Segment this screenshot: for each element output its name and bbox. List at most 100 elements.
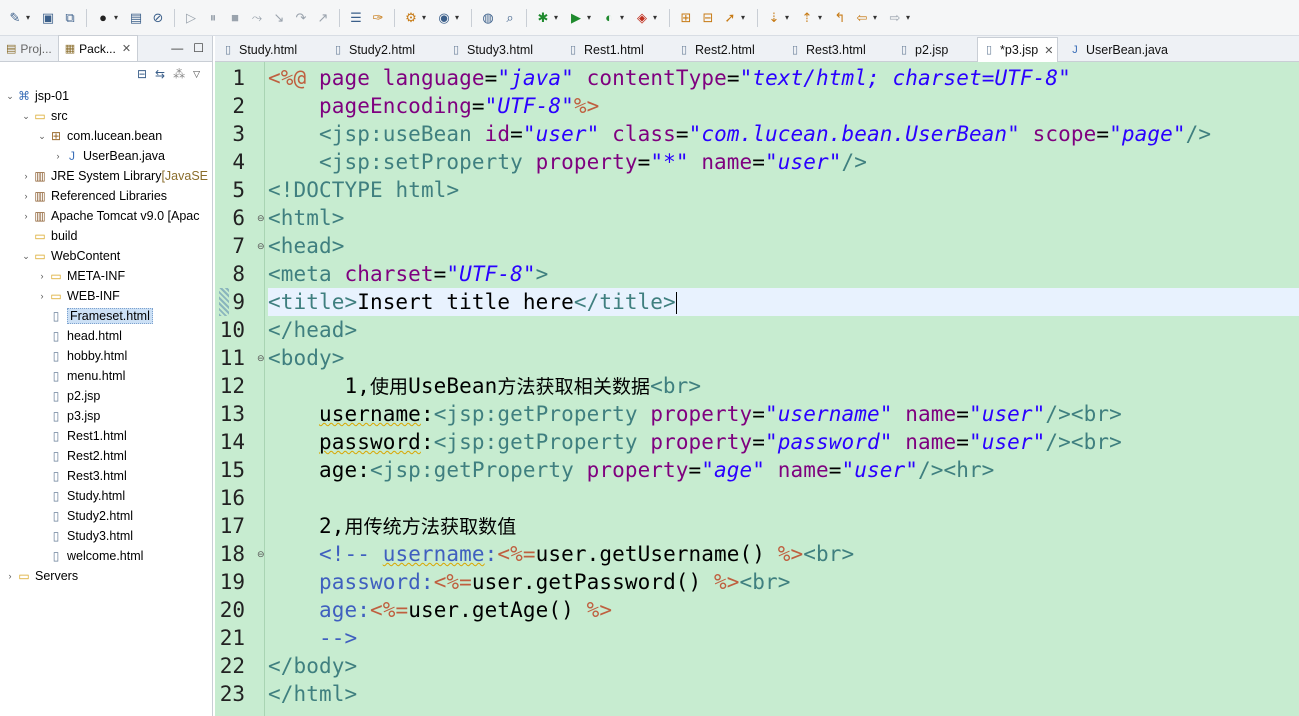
- tree-item[interactable]: ⌄ ▭ src: [0, 106, 212, 126]
- tree-item[interactable]: ⌄ ▭ WebContent: [0, 246, 212, 266]
- code-line[interactable]: <jsp:useBean id="user" class="com.lucean…: [268, 120, 1299, 148]
- code-line[interactable]: <html>: [268, 204, 1299, 232]
- editor-tab[interactable]: ▯ Study2.html: [331, 38, 415, 62]
- chevron-down-icon[interactable]: ▾: [587, 13, 595, 22]
- maximize-icon[interactable]: ☐: [193, 41, 204, 55]
- tree-item[interactable]: ▯ p3.jsp: [0, 406, 212, 426]
- editor-tab[interactable]: ▯ Rest3.html: [788, 38, 866, 62]
- tree-item[interactable]: ▯ Rest3.html: [0, 466, 212, 486]
- code-line[interactable]: age:<jsp:getProperty property="age" name…: [268, 456, 1299, 484]
- chevron-down-icon[interactable]: ▾: [455, 13, 463, 22]
- fold-toggle-icon[interactable]: ⊖: [257, 232, 267, 260]
- chevron-down-icon[interactable]: ⌄: [36, 131, 48, 142]
- tree-item[interactable]: › ▭ META-INF: [0, 266, 212, 286]
- save-icon[interactable]: ▣: [38, 8, 58, 28]
- forward-icon[interactable]: ⇨: [885, 8, 905, 28]
- code-line[interactable]: </body>: [268, 652, 1299, 680]
- terminate-icon[interactable]: ■: [225, 8, 245, 28]
- editor-tab[interactable]: ▯ p2.jsp: [897, 38, 948, 62]
- chevron-down-icon[interactable]: ⌄: [20, 111, 32, 122]
- tree-item[interactable]: ⌄ ⊞ com.lucean.bean: [0, 126, 212, 146]
- chevron-down-icon[interactable]: ▾: [26, 13, 34, 22]
- new-java-element-icon[interactable]: ◉: [434, 8, 454, 28]
- tree-item[interactable]: ▯ Study.html: [0, 486, 212, 506]
- chevron-right-icon[interactable]: ›: [36, 271, 48, 281]
- code-line[interactable]: <!-- username:<%=user.getUsername() %><b…: [268, 540, 1299, 568]
- code-line[interactable]: 1,使用UseBean方法获取相关数据<br>: [268, 372, 1299, 400]
- tree-item[interactable]: ▯ Frameset.html: [0, 306, 212, 326]
- tree-item[interactable]: ▯ head.html: [0, 326, 212, 346]
- view-menu-icon[interactable]: ▽: [193, 69, 200, 80]
- web-browser-icon[interactable]: ◍: [478, 8, 498, 28]
- code-line[interactable]: age:<%=user.getAge() %>: [268, 596, 1299, 624]
- tree-item[interactable]: ▯ p2.jsp: [0, 386, 212, 406]
- debug-icon[interactable]: ✱: [533, 8, 553, 28]
- save-all-icon[interactable]: ⧉: [60, 8, 80, 28]
- run-icon[interactable]: ▶: [566, 8, 586, 28]
- chevron-down-icon[interactable]: ▾: [653, 13, 661, 22]
- back-icon[interactable]: ⇦: [852, 8, 872, 28]
- editor-tab[interactable]: ▯ *p3.jsp ✕: [977, 37, 1059, 62]
- fold-toggle-icon[interactable]: ⊖: [257, 204, 267, 232]
- collapse-all-icon[interactable]: ⊟: [137, 67, 147, 81]
- editor-tab[interactable]: J UserBean.java: [1068, 38, 1168, 62]
- step-return-icon[interactable]: ↗: [313, 8, 333, 28]
- tree-item[interactable]: ▯ Study2.html: [0, 506, 212, 526]
- chevron-down-icon[interactable]: ▾: [620, 13, 628, 22]
- open-console-icon[interactable]: ▤: [126, 8, 146, 28]
- tab-project-explorer[interactable]: ▤ Proj...: [0, 36, 58, 61]
- chevron-right-icon[interactable]: ›: [52, 151, 64, 161]
- code-line[interactable]: pageEncoding="UTF-8"%>: [268, 92, 1299, 120]
- chevron-right-icon[interactable]: ›: [20, 191, 32, 201]
- chevron-down-icon[interactable]: ⌄: [20, 251, 32, 262]
- chevron-down-icon[interactable]: ▾: [906, 13, 914, 22]
- code-line[interactable]: </html>: [268, 680, 1299, 708]
- chevron-right-icon[interactable]: ›: [20, 171, 32, 181]
- code-line[interactable]: <!DOCTYPE html>: [268, 176, 1299, 204]
- chevron-right-icon[interactable]: ›: [4, 571, 16, 581]
- minimize-icon[interactable]: —: [171, 41, 183, 55]
- code-line[interactable]: <head>: [268, 232, 1299, 260]
- tree-item[interactable]: ▯ Study3.html: [0, 526, 212, 546]
- chevron-down-icon[interactable]: ⌄: [4, 91, 16, 102]
- chevron-down-icon[interactable]: ▾: [554, 13, 562, 22]
- editor-tab[interactable]: ▯ Study3.html: [449, 38, 533, 62]
- next-annotation-icon[interactable]: ⇣: [764, 8, 784, 28]
- tree-item[interactable]: ▯ Rest2.html: [0, 446, 212, 466]
- chevron-down-icon[interactable]: ▾: [818, 13, 826, 22]
- editor-tab[interactable]: ▯ Rest2.html: [677, 38, 755, 62]
- code-line[interactable]: -->: [268, 624, 1299, 652]
- code-line[interactable]: password:<%=user.getPassword() %><br>: [268, 568, 1299, 596]
- resume-icon[interactable]: ▷: [181, 8, 201, 28]
- open-type-icon[interactable]: ⊞: [676, 8, 696, 28]
- code-line[interactable]: [268, 484, 1299, 512]
- chevron-right-icon[interactable]: ›: [36, 291, 48, 301]
- chevron-right-icon[interactable]: ›: [20, 211, 32, 221]
- chevron-down-icon[interactable]: ▾: [873, 13, 881, 22]
- tree-item[interactable]: ▯ menu.html: [0, 366, 212, 386]
- code-line[interactable]: </head>: [268, 316, 1299, 344]
- tree-item[interactable]: › ▥ Apache Tomcat v9.0 [Apac: [0, 206, 212, 226]
- previous-annotation-icon[interactable]: ⇡: [797, 8, 817, 28]
- tree-item[interactable]: ▭ build: [0, 226, 212, 246]
- tree-item[interactable]: › J UserBean.java: [0, 146, 212, 166]
- code-line[interactable]: 2,用传统方法获取数值: [268, 512, 1299, 540]
- skip-breakpoints-icon[interactable]: ⊘: [148, 8, 168, 28]
- code-line[interactable]: <meta charset="UTF-8">: [268, 260, 1299, 288]
- tree-item[interactable]: › ▭ Servers: [0, 566, 212, 586]
- fold-toggle-icon[interactable]: ⊖: [257, 540, 267, 568]
- editor-tab[interactable]: ▯ Study.html: [221, 38, 297, 62]
- search-icon[interactable]: ⌕: [500, 8, 520, 28]
- close-icon[interactable]: ✕: [1044, 44, 1053, 57]
- close-icon[interactable]: ✕: [122, 42, 131, 55]
- editor-tab[interactable]: ▯ Rest1.html: [566, 38, 644, 62]
- code-line[interactable]: <jsp:setProperty property="*" name="user…: [268, 148, 1299, 176]
- open-task-icon[interactable]: ⊟: [698, 8, 718, 28]
- debug-perspective-icon[interactable]: ●: [93, 8, 113, 28]
- step-into-icon[interactable]: ↘: [269, 8, 289, 28]
- new-wizard-icon[interactable]: ✎: [5, 8, 25, 28]
- tree-item[interactable]: ▯ welcome.html: [0, 546, 212, 566]
- chevron-down-icon[interactable]: ▾: [785, 13, 793, 22]
- tree-item[interactable]: ▯ Rest1.html: [0, 426, 212, 446]
- fold-toggle-icon[interactable]: ⊖: [257, 344, 267, 372]
